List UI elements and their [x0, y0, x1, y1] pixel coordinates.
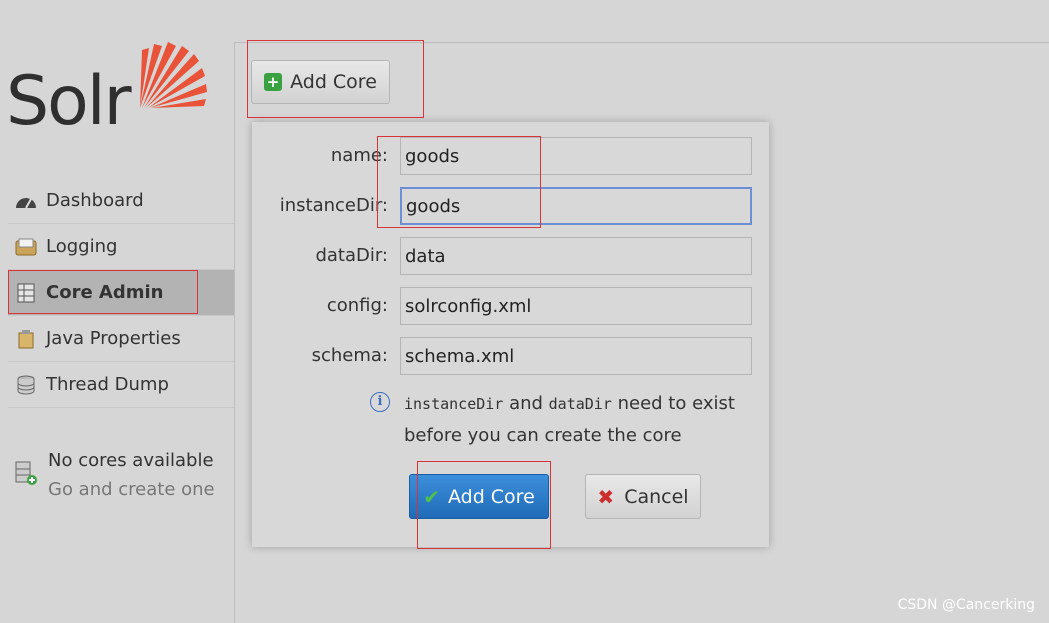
- info-icon: i: [370, 392, 390, 412]
- config-label: config:: [326, 295, 388, 316]
- sidebar-item-logging[interactable]: Logging: [8, 224, 234, 270]
- add-core-db-icon: [14, 460, 40, 490]
- sidebar-item-java-properties[interactable]: Java Properties: [8, 316, 234, 362]
- annotation-box-submit: [417, 461, 551, 549]
- cancel-button[interactable]: ✖ Cancel: [585, 474, 701, 519]
- watermark: CSDN @Cancerking: [897, 597, 1035, 613]
- datadir-label: dataDir:: [315, 245, 388, 266]
- logo-text: Solr: [6, 62, 132, 141]
- no-cores-title: No cores available: [48, 450, 214, 471]
- field-row-schema: schema:: [252, 337, 769, 375]
- sidebar-item-dashboard[interactable]: Dashboard: [8, 178, 234, 224]
- create-core-link[interactable]: Go and create one: [48, 475, 215, 504]
- annotation-box-name-instancedir: [377, 136, 541, 228]
- field-row-config: config:: [252, 287, 769, 325]
- java-properties-icon: [14, 329, 38, 349]
- close-icon: ✖: [597, 484, 615, 509]
- instancedir-label: instanceDir:: [279, 195, 388, 216]
- sidebar-item-label: Thread Dump: [46, 374, 169, 395]
- note-and: and: [503, 393, 549, 414]
- sidebar-item-label: Java Properties: [46, 328, 181, 349]
- schema-input[interactable]: [400, 337, 752, 375]
- sidebar-item-thread-dump[interactable]: Thread Dump: [8, 362, 234, 408]
- datadir-input[interactable]: [400, 237, 752, 275]
- sun-rays-icon: [140, 42, 207, 108]
- note-line1-rest: need to exist: [611, 393, 735, 414]
- thread-dump-icon: [14, 375, 38, 395]
- dialog-info-note: i instanceDir and dataDir need to exist …: [370, 388, 760, 451]
- note-line2: before you can create the core: [404, 425, 682, 446]
- note-code-instancedir: instanceDir: [404, 395, 504, 413]
- no-cores-notice: No cores available Go and create one: [14, 446, 215, 504]
- logging-icon: [14, 237, 38, 257]
- sidebar-divider: [234, 42, 235, 623]
- annotation-box-add-core: [247, 40, 424, 118]
- solr-logo[interactable]: Solr: [6, 40, 216, 150]
- dashboard-icon: [14, 191, 38, 211]
- schema-label: schema:: [311, 345, 388, 366]
- field-row-datadir: dataDir:: [252, 237, 769, 275]
- note-code-datadir: dataDir: [548, 395, 612, 413]
- sidebar-item-label: Dashboard: [46, 190, 144, 211]
- annotation-box-core-admin: [8, 270, 198, 314]
- cancel-button-label: Cancel: [624, 485, 689, 508]
- sidebar-item-label: Logging: [46, 236, 118, 257]
- config-input[interactable]: [400, 287, 752, 325]
